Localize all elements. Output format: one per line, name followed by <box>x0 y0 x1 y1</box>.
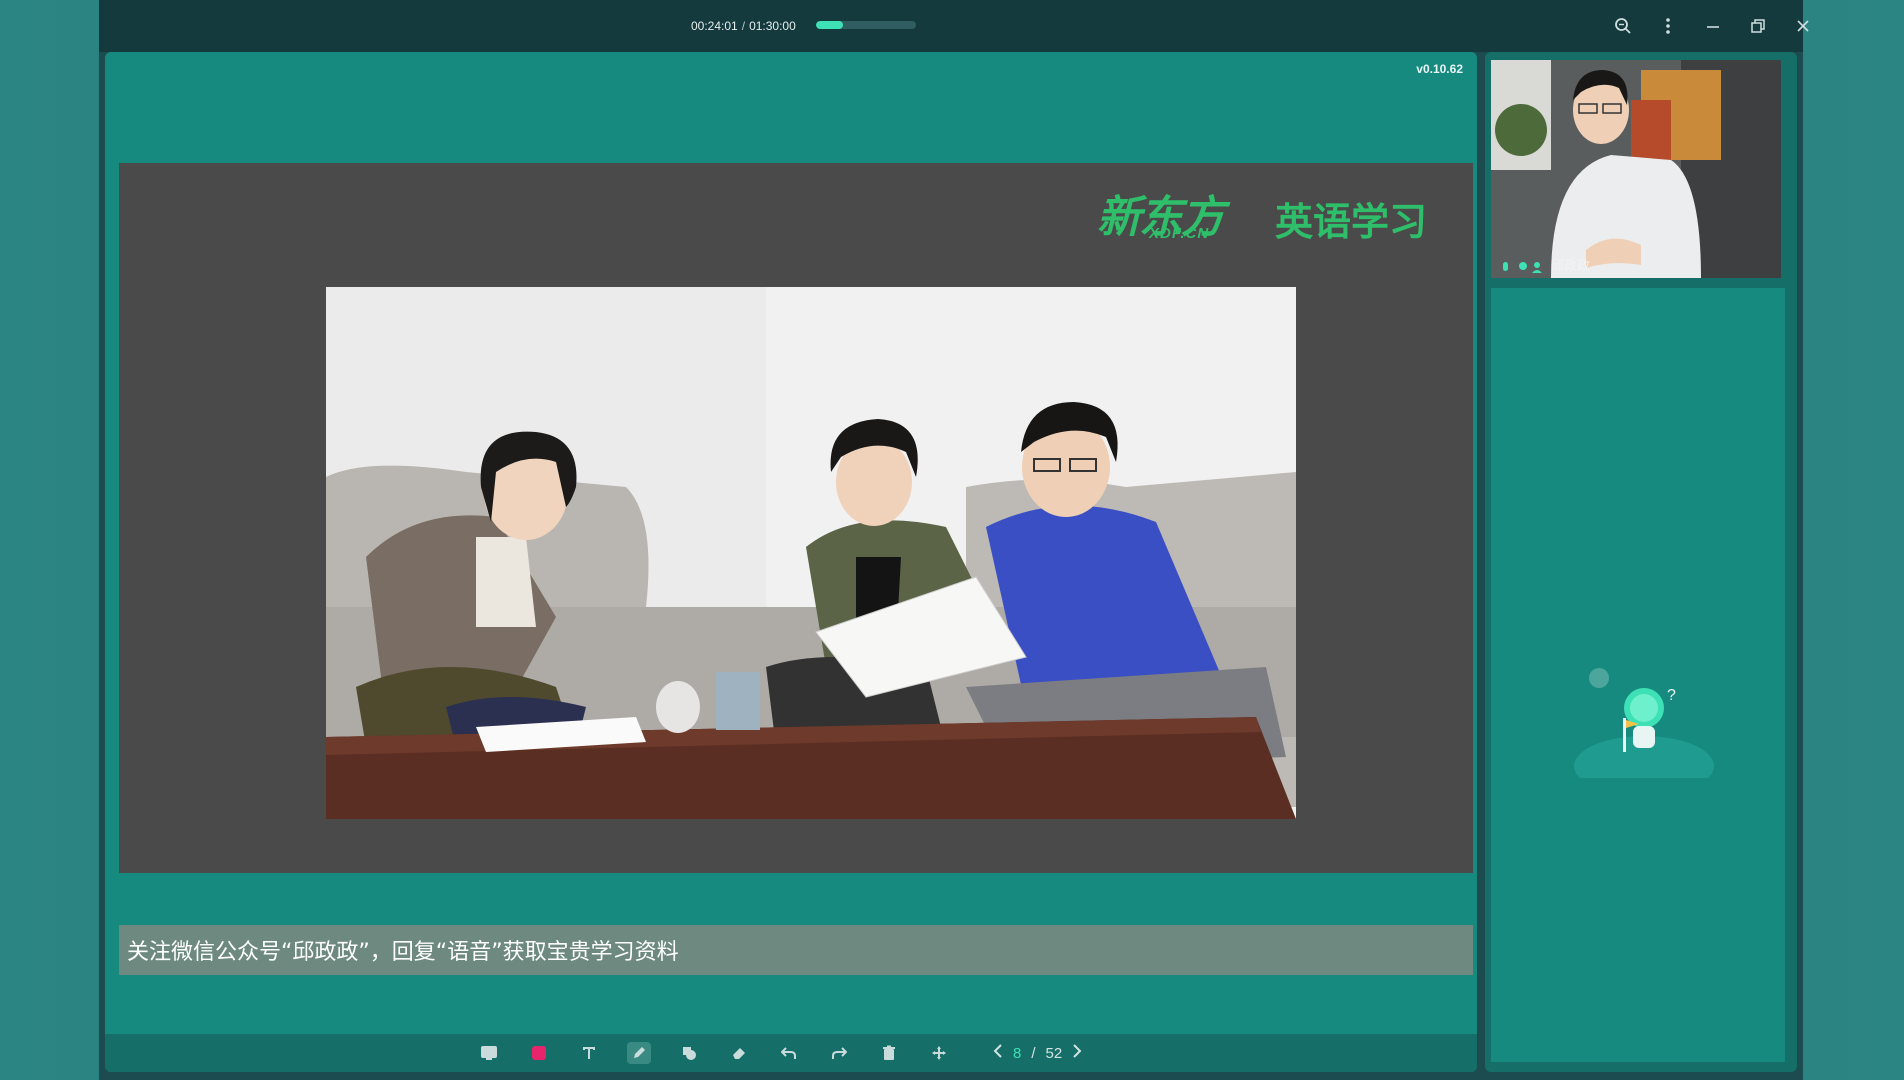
total-time: 01:30:00 <box>749 19 796 33</box>
class-timer: 00:24:01 / 01:30:00 <box>691 18 796 34</box>
trash-icon[interactable] <box>877 1042 901 1064</box>
side-panel: 邱政政 ? <box>1485 52 1797 1072</box>
screen-tool-icon[interactable] <box>477 1042 501 1064</box>
minimize-icon[interactable] <box>1699 12 1727 40</box>
svg-text:?: ? <box>1667 687 1676 704</box>
desktop-background: 00:24:01 / 01:30:00 v0.10.62 新东方 XDF.CN … <box>0 0 1904 1080</box>
current-page: 8 <box>1013 1044 1022 1062</box>
teacher-video[interactable]: 邱政政 <box>1491 60 1781 278</box>
page-separator: / <box>1031 1044 1036 1062</box>
shape-tool-icon[interactable] <box>677 1042 701 1064</box>
color-picker-icon[interactable] <box>527 1042 551 1064</box>
prev-page-button[interactable] <box>993 1043 1003 1063</box>
text-tool-icon[interactable] <box>577 1042 601 1064</box>
subject-title: 英语学习 <box>1275 200 1428 244</box>
empty-student-area: ? <box>1491 288 1785 1062</box>
search-icon[interactable] <box>1609 12 1637 40</box>
whiteboard-panel: v0.10.62 新东方 XDF.CN 英语学习 关注微信公众号“邱政政”，回复… <box>105 52 1477 1072</box>
redo-icon[interactable] <box>827 1042 851 1064</box>
class-progress-bar <box>816 21 916 29</box>
page-navigator: 8 / 52 <box>993 1042 1082 1064</box>
elapsed-time: 00:24:01 <box>691 19 738 33</box>
next-page-button[interactable] <box>1072 1043 1082 1063</box>
xdf-logo-en: XDF.CN <box>1149 225 1210 242</box>
version-label: v0.10.62 <box>1416 62 1463 76</box>
whiteboard-toolbar: 8 / 52 <box>105 1034 1477 1072</box>
timer-separator: / <box>741 19 746 33</box>
restore-icon[interactable] <box>1744 12 1772 40</box>
slide-caption: 关注微信公众号“邱政政”，回复“语音”获取宝贵学习资料 <box>119 925 1473 975</box>
mic-status-icon <box>1501 260 1545 274</box>
close-icon[interactable] <box>1789 12 1817 40</box>
title-bar: 00:24:01 / 01:30:00 <box>99 0 1809 52</box>
move-icon[interactable] <box>927 1042 951 1064</box>
eraser-tool-icon[interactable] <box>727 1042 751 1064</box>
astronaut-illustration-icon: ? <box>1569 648 1719 796</box>
more-vertical-icon[interactable] <box>1654 12 1682 40</box>
teacher-name: 邱政政 <box>1551 259 1591 274</box>
chevron-left-icon <box>993 1044 1002 1058</box>
undo-icon[interactable] <box>777 1042 801 1064</box>
class-progress-fill <box>816 21 843 29</box>
courseware-slide[interactable]: 新东方 XDF.CN 英语学习 关注微信公众号“邱政政”，回复“语音”获取宝贵学… <box>119 163 1473 975</box>
classroom-window: 00:24:01 / 01:30:00 v0.10.62 新东方 XDF.CN … <box>99 0 1809 1080</box>
slide-photo <box>326 287 1296 819</box>
chevron-right-icon <box>1073 1044 1082 1058</box>
xdf-logo: 新东方 XDF.CN <box>1097 181 1247 243</box>
pen-tool-icon[interactable] <box>627 1042 651 1064</box>
total-pages: 52 <box>1045 1044 1063 1062</box>
